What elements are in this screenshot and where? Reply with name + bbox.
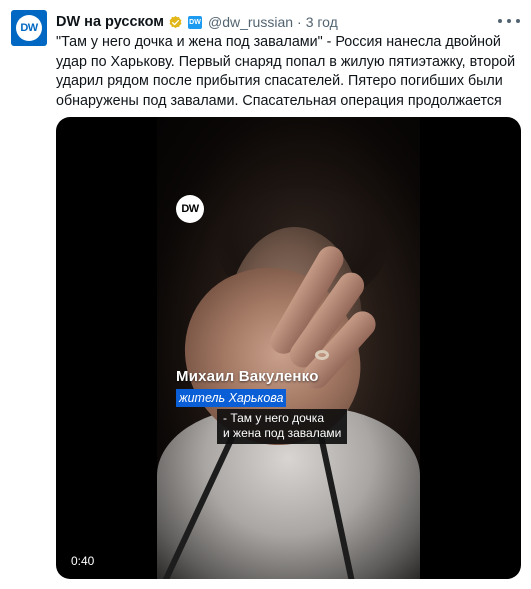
display-name[interactable]: DW на русском: [56, 14, 164, 30]
video-subtitle: - Там у него дочка и жена под завалами: [217, 409, 348, 444]
organization-badge-icon: DW: [188, 15, 202, 29]
video-frame: [157, 117, 420, 579]
tweet-header: DW на русском DW @dw_russian · 3 год: [56, 12, 338, 32]
video-caption-role: житель Харькова: [176, 389, 287, 407]
more-dot: [498, 19, 502, 23]
dw-logo-icon: DW: [16, 15, 42, 41]
tweet-card[interactable]: DW DW на русском DW @dw_russian · 3 год …: [0, 0, 531, 589]
video-caption-name: Михаил Вакуленко: [176, 368, 319, 385]
subtitle-line: и жена под завалами: [223, 426, 342, 440]
video-duration: 0:40: [71, 554, 95, 568]
video-player[interactable]: DW Михаил Вакуленко житель Харькова - Та…: [56, 117, 521, 579]
tweet-timestamp[interactable]: 3 год: [306, 14, 338, 30]
verified-gold-icon: [169, 15, 182, 28]
user-handle[interactable]: @dw_russian: [208, 14, 293, 30]
more-dot: [516, 19, 520, 23]
watermark-text: DW: [181, 203, 199, 215]
more-options-icon[interactable]: [498, 14, 520, 28]
more-dot: [507, 19, 511, 23]
tweet-text: "Там у него дочка и жена под завалами" -…: [56, 34, 516, 110]
avatar-logo-text: DW: [20, 22, 38, 34]
avatar[interactable]: DW: [11, 10, 47, 46]
subtitle-line: - Там у него дочка: [223, 411, 324, 425]
separator-dot: ·: [297, 14, 302, 30]
ring: [315, 350, 329, 360]
dw-watermark-icon: DW: [176, 195, 204, 223]
